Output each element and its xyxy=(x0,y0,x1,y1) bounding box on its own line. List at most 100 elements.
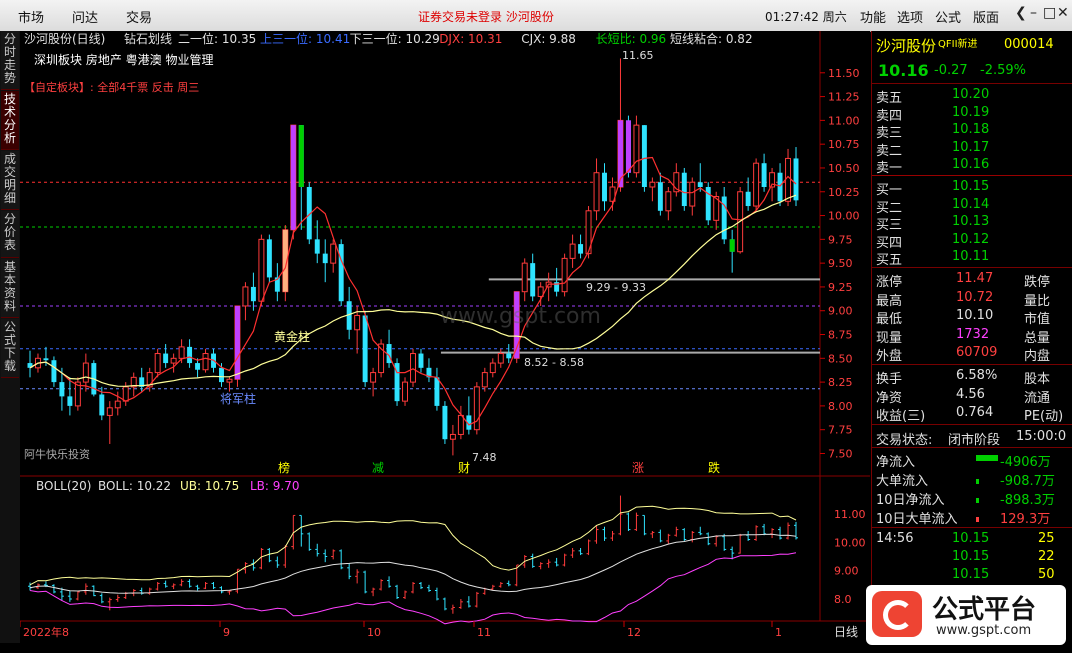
candle-body[interactable] xyxy=(59,382,65,397)
candle-body[interactable] xyxy=(785,157,792,202)
candle-body[interactable] xyxy=(697,182,703,187)
candle-body[interactable] xyxy=(418,353,424,368)
event-tag-jian[interactable]: 减 xyxy=(372,461,384,475)
candle-body[interactable] xyxy=(506,353,512,359)
candle-body[interactable] xyxy=(258,238,265,302)
candle-body[interactable] xyxy=(154,353,161,374)
candle-body[interactable] xyxy=(593,172,600,212)
candle-body[interactable] xyxy=(410,353,416,383)
kline-chart[interactable]: 11.50 11.25 11.00 10.75 10.50 10.25 10.00 9.75 9… xyxy=(19,31,870,643)
sector-tags[interactable]: 深圳板块 房地产 粤港澳 物业管理 xyxy=(34,52,213,67)
candle-body[interactable] xyxy=(202,353,209,371)
menu-wenda[interactable]: 问达 xyxy=(72,7,98,26)
maximize-icon[interactable]: □ xyxy=(1043,5,1056,21)
highlight-bar[interactable] xyxy=(234,305,240,380)
indicator-name[interactable]: 钻石划线 xyxy=(124,31,172,46)
candle-body[interactable] xyxy=(242,286,249,307)
highlight-bar[interactable] xyxy=(298,125,304,187)
candle-body[interactable] xyxy=(354,314,361,331)
candle-body[interactable] xyxy=(170,357,177,364)
event-tag-die[interactable]: 跌 xyxy=(708,460,720,475)
candle-body[interactable] xyxy=(51,360,57,383)
candle-body[interactable] xyxy=(649,181,656,188)
highlight-bar[interactable] xyxy=(625,120,631,173)
candle-body[interactable] xyxy=(569,243,576,259)
custom-sector[interactable]: 【自定板块】: 全部4千票 反击 周三 xyxy=(24,80,199,94)
candle-body[interactable] xyxy=(67,396,73,406)
candle-body[interactable] xyxy=(497,353,504,364)
menu-function[interactable]: 功能 xyxy=(860,7,886,26)
menu-layout[interactable]: 版面 xyxy=(973,7,999,26)
back-icon[interactable]: ❮ xyxy=(1015,5,1027,21)
candle-body[interactable] xyxy=(402,381,408,402)
candle-body[interactable] xyxy=(122,386,129,402)
candle-body[interactable] xyxy=(449,433,456,440)
candle-body[interactable] xyxy=(226,378,233,383)
candle-body[interactable] xyxy=(43,358,49,361)
candle-body[interactable] xyxy=(745,191,751,207)
menu-trade[interactable]: 交易 xyxy=(126,7,152,26)
login-notice[interactable]: 证券交易未登录 沙河股份 xyxy=(418,8,554,25)
candle-body[interactable] xyxy=(330,243,337,264)
tab-formula-download[interactable]: 公式下载 xyxy=(1,319,19,378)
candle-body[interactable] xyxy=(314,239,320,254)
candle-body[interactable] xyxy=(489,362,496,374)
candle-body[interactable] xyxy=(633,124,640,174)
candle-body[interactable] xyxy=(250,286,256,302)
candle-body[interactable] xyxy=(457,414,464,435)
candle-body[interactable] xyxy=(665,191,672,212)
candle-body[interactable] xyxy=(689,181,696,207)
candle-body[interactable] xyxy=(578,244,584,254)
menu-market[interactable]: 市场 xyxy=(18,7,44,26)
candle-body[interactable] xyxy=(99,394,105,416)
tab-intraday[interactable]: 分时走势 xyxy=(1,31,19,90)
candle-body[interactable] xyxy=(106,407,113,416)
fund-label: 换手 xyxy=(876,372,903,387)
tab-trades[interactable]: 成交明细 xyxy=(1,151,19,210)
menu-formula[interactable]: 公式 xyxy=(935,7,961,26)
kline-chart-area[interactable]: 11.50 11.25 11.00 10.75 10.50 10.25 10.00 9.75 9… xyxy=(19,31,870,643)
menu-options[interactable]: 选项 xyxy=(897,7,923,26)
candle-body[interactable] xyxy=(521,262,528,293)
candle-body[interactable] xyxy=(641,125,647,187)
candle-body[interactable] xyxy=(338,244,344,302)
minimize-icon[interactable]: – xyxy=(1030,5,1037,21)
event-tag-bang[interactable]: 榜 xyxy=(278,460,290,475)
candle-body[interactable] xyxy=(793,158,799,201)
highlight-bar[interactable] xyxy=(729,239,735,252)
candle-body[interactable] xyxy=(561,257,568,293)
candle-body[interactable] xyxy=(322,253,328,264)
ask-level-label: 卖一 xyxy=(876,161,903,176)
candle-body[interactable] xyxy=(657,182,663,211)
candle-body[interactable] xyxy=(681,172,687,207)
period-label[interactable]: 日线 xyxy=(834,625,858,639)
candle-body[interactable] xyxy=(187,346,193,364)
candle-body[interactable] xyxy=(266,239,272,278)
candle-body[interactable] xyxy=(370,372,377,383)
tab-technical[interactable]: 技术分析 xyxy=(1,91,19,150)
candle-body[interactable] xyxy=(82,362,89,383)
candle-body[interactable] xyxy=(602,172,607,202)
tab-fundamentals[interactable]: 基本资料 xyxy=(1,259,19,318)
boll-title[interactable]: BOLL(20) xyxy=(36,479,91,493)
candle-body[interactable] xyxy=(481,372,488,388)
qfii-badge[interactable]: QFII新进 xyxy=(938,35,978,50)
candle-body[interactable] xyxy=(777,172,783,202)
close-icon[interactable]: ✕ xyxy=(1057,5,1069,21)
event-tag-cai[interactable]: 财 xyxy=(458,461,470,475)
candle-body[interactable] xyxy=(761,163,767,187)
candle-body[interactable] xyxy=(362,315,368,383)
candle-body[interactable] xyxy=(753,162,760,207)
candle-body[interactable] xyxy=(442,405,448,440)
tab-price-table[interactable]: 分价表 xyxy=(1,211,19,258)
candle-body[interactable] xyxy=(434,377,440,406)
candle-body[interactable] xyxy=(219,367,224,383)
candle-body[interactable] xyxy=(473,386,480,431)
candle-body[interactable] xyxy=(163,353,169,364)
event-tag-zhang[interactable]: 涨 xyxy=(632,460,644,475)
highlight-bar[interactable] xyxy=(290,125,296,230)
candle-body[interactable] xyxy=(178,346,185,359)
candle-body[interactable] xyxy=(195,363,201,370)
candle-body[interactable] xyxy=(114,400,121,409)
candle-body[interactable] xyxy=(530,263,536,297)
